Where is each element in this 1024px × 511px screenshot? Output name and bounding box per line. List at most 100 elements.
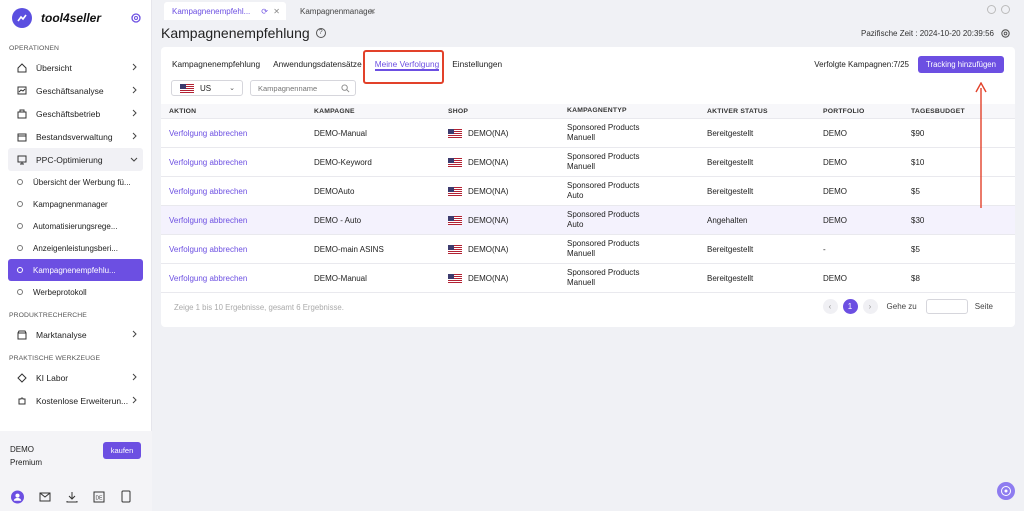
subtabs: Kampagnenempfehlung Anwendungsdatensätze… — [172, 59, 515, 71]
sidebar-sub-ad-performance[interactable]: Anzeigenleistungsberi... — [0, 237, 151, 259]
settings-gear-icon[interactable] — [130, 12, 142, 24]
stop-tracking-link[interactable]: Verfolgung abbrechen — [169, 187, 247, 196]
sidebar-sub-automation-rules[interactable]: Automatisierungsrege... — [0, 215, 151, 237]
campaign-name: DEMO - Auto — [314, 215, 362, 225]
daily-budget: $10 — [911, 157, 925, 167]
sidebar-item-overview[interactable]: Übersicht — [0, 56, 151, 79]
section-title-operations: OPERATIONEN — [9, 45, 60, 52]
close-icon[interactable]: ✕ — [369, 7, 376, 16]
sidebar-sub-campaign-manager[interactable]: Kampagnenmanager — [0, 193, 151, 215]
sidebar-item-business-ops[interactable]: Geschäftsbetrieb — [0, 102, 151, 125]
sidebar-item-extensions[interactable]: Kostenlose Erweiterun... — [0, 389, 151, 412]
targeting-type: Manuell — [567, 162, 596, 171]
tab-label: Kampagnenempfehl... — [172, 6, 251, 16]
help-icon[interactable]: ? — [315, 28, 326, 38]
chevron-right-icon — [132, 63, 137, 71]
monitor-icon — [17, 155, 27, 165]
goto-label: Gehe zu — [886, 302, 917, 311]
page-number-current[interactable]: 1 — [842, 299, 858, 314]
de-language-icon[interactable]: DE — [92, 490, 105, 503]
shop-name: DEMO(NA) — [468, 244, 509, 254]
bullet-icon — [17, 267, 23, 273]
bullet-icon — [17, 179, 23, 185]
mail-icon[interactable] — [38, 490, 51, 503]
tab-campaign-recommendation[interactable]: Kampagnenempfehl... ⟳ ✕ — [164, 2, 286, 20]
add-tracking-button[interactable]: Tracking hinzufügen — [918, 56, 1004, 73]
daily-budget: $8 — [911, 273, 920, 283]
stop-tracking-link[interactable]: Verfolgung abbrechen — [169, 245, 247, 254]
campaign-type: Sponsored Products — [567, 239, 640, 248]
marketplace-select[interactable]: US ⌄ — [171, 80, 243, 96]
active-status: Bereitgestellt — [707, 273, 754, 283]
col-header-status: AKTIVER STATUS — [707, 107, 768, 115]
tab-label: Kampagnenmanager — [300, 6, 375, 16]
subtab-application-records[interactable]: Anwendungsdatensätze — [273, 59, 362, 71]
next-page-button[interactable]: › — [862, 299, 878, 314]
table-row: Verfolgung abbrechen DEMOAuto DEMO(NA) S… — [161, 177, 1015, 206]
support-chat-icon[interactable] — [997, 482, 1015, 500]
sidebar-item-business-analysis[interactable]: Geschäftsanalyse — [0, 79, 151, 102]
targeting-type: Manuell — [567, 278, 596, 287]
daily-budget: $5 — [911, 186, 920, 196]
timezone-display: Pazifische Zeit : 2024-10-20 20:39:56 — [861, 29, 994, 38]
campaign-type: Sponsored Products — [567, 210, 640, 219]
sidebar-sub-campaign-recommendation[interactable]: Kampagnenempfehlu... — [8, 259, 143, 281]
sidebar-sub-label: Werbeprotokoll — [33, 287, 87, 297]
active-status: Bereitgestellt — [707, 157, 754, 167]
daily-budget: $30 — [911, 215, 925, 225]
table-header: AKTION KAMPAGNE SHOP KAMPAGNENTYP AKTIVE… — [161, 104, 1015, 119]
chevron-right-icon — [132, 373, 137, 381]
refresh-icon[interactable]: ⟳ — [261, 7, 268, 16]
highlight-annotation — [363, 50, 444, 84]
sidebar-item-inventory[interactable]: Bestandsverwaltung — [0, 125, 151, 148]
sidebar-item-ai-lab[interactable]: KI Labor — [0, 366, 151, 389]
tab-actions — [982, 5, 1010, 14]
bullet-icon — [17, 289, 23, 295]
store-icon — [17, 330, 27, 340]
table-row: Verfolgung abbrechen DEMO-Manual DEMO(NA… — [161, 264, 1015, 293]
tab-campaign-manager[interactable]: Kampagnenmanager ✕ — [292, 2, 382, 20]
campaign-type: Sponsored Products — [567, 152, 640, 161]
stop-tracking-link[interactable]: Verfolgung abbrechen — [169, 129, 247, 138]
chevron-down-icon — [130, 157, 138, 162]
user-avatar-icon[interactable] — [11, 490, 24, 503]
us-flag-icon — [448, 215, 462, 225]
campaign-name: DEMO-main ASINS — [314, 244, 384, 254]
page-title-text: Kampagnenempfehlung — [161, 25, 310, 41]
sidebar-sub-ad-log[interactable]: Werbeprotokoll — [0, 281, 151, 303]
download-icon[interactable] — [65, 490, 78, 503]
portfolio: DEMO — [823, 157, 847, 167]
sidebar-item-label: PPC-Optimierung — [36, 154, 103, 165]
section-title-tools: PRAKTISCHE WERKZEUGE — [9, 355, 101, 362]
stop-tracking-link[interactable]: Verfolgung abbrechen — [169, 274, 247, 283]
subtab-recommendation[interactable]: Kampagnenempfehlung — [172, 59, 260, 71]
shop-name: DEMO(NA) — [468, 128, 509, 138]
active-status: Bereitgestellt — [707, 186, 754, 196]
close-icon[interactable]: ✕ — [273, 7, 280, 16]
subtab-settings[interactable]: Einstellungen — [452, 59, 502, 71]
trash-icon[interactable] — [987, 5, 996, 14]
briefcase-icon — [17, 109, 27, 119]
stop-tracking-link[interactable]: Verfolgung abbrechen — [169, 158, 247, 167]
clock-icon[interactable] — [1001, 5, 1010, 14]
annotation-arrow — [975, 82, 987, 208]
search-icon[interactable] — [341, 84, 350, 93]
tracking-table: AKTION KAMPAGNE SHOP KAMPAGNENTYP AKTIVE… — [161, 104, 1015, 293]
mobile-icon[interactable] — [119, 490, 132, 503]
bullet-icon — [17, 223, 23, 229]
prev-page-button[interactable]: ‹ — [822, 299, 838, 314]
pagination: ‹ 1 › Gehe zu Seite — [822, 299, 993, 314]
bottom-toolbar: DE — [11, 490, 146, 503]
goto-page-input[interactable] — [925, 299, 968, 314]
buy-button[interactable]: kaufen — [103, 442, 141, 459]
col-header-campaign[interactable]: KAMPAGNE — [314, 108, 448, 115]
stop-tracking-link[interactable]: Verfolgung abbrechen — [169, 216, 247, 225]
sidebar-item-ppc[interactable]: PPC-Optimierung — [8, 148, 143, 171]
gear-icon[interactable] — [1000, 28, 1011, 39]
sidebar-sub-ad-overview[interactable]: Übersicht der Werbung fü... — [0, 171, 151, 193]
active-status: Angehalten — [707, 215, 748, 225]
logo[interactable]: tool4seller — [0, 0, 151, 36]
chevron-right-icon — [132, 86, 137, 94]
sidebar-item-market-analysis[interactable]: Marktanalyse — [0, 323, 151, 346]
us-flag-icon — [448, 128, 462, 138]
